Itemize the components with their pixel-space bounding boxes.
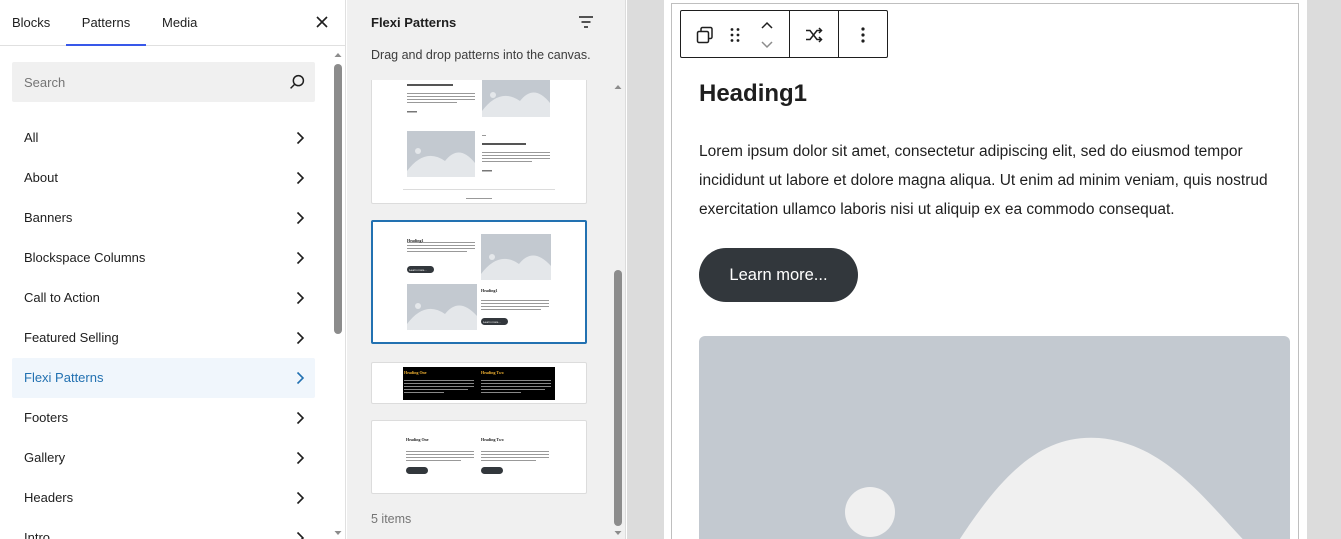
pattern-heading: Heading Two bbox=[481, 437, 504, 442]
chevron-right-icon bbox=[296, 251, 305, 265]
filter-button[interactable] bbox=[576, 12, 596, 32]
chevron-right-icon bbox=[296, 371, 305, 385]
pattern-card[interactable] bbox=[371, 80, 587, 204]
category-blockspace-columns[interactable]: Blockspace Columns bbox=[12, 238, 315, 278]
search-icon[interactable] bbox=[286, 71, 308, 93]
chevron-right-icon bbox=[296, 411, 305, 425]
pattern-preview bbox=[403, 367, 555, 400]
category-flexi-patterns[interactable]: Flexi Patterns bbox=[12, 358, 315, 398]
pattern-button-label: Learn more... bbox=[409, 268, 427, 272]
scroll-down-arrow-icon[interactable] bbox=[332, 528, 344, 538]
panel-title: Flexi Patterns bbox=[371, 15, 457, 30]
close-icon bbox=[316, 16, 328, 28]
more-options-button[interactable] bbox=[851, 23, 875, 47]
image-placeholder[interactable] bbox=[699, 336, 1290, 539]
move-up-button[interactable] bbox=[755, 17, 779, 33]
category-intro[interactable]: Intro bbox=[12, 518, 315, 539]
duplicate-icon bbox=[696, 26, 713, 44]
drag-handle[interactable] bbox=[723, 23, 747, 47]
category-headers[interactable]: Headers bbox=[12, 478, 315, 518]
chevron-right-icon bbox=[296, 291, 305, 305]
search-input[interactable] bbox=[12, 62, 272, 102]
category-label: Call to Action bbox=[24, 290, 100, 305]
category-label: About bbox=[24, 170, 58, 185]
block-toolbar bbox=[680, 10, 888, 58]
shuffle-icon bbox=[806, 27, 823, 43]
more-options-icon bbox=[861, 27, 865, 43]
drag-handle-icon bbox=[730, 28, 740, 42]
pattern-preview bbox=[403, 80, 555, 203]
chevron-right-icon bbox=[296, 171, 305, 185]
editor-canvas: Heading1 Lorem ipsum dolor sit amet, con… bbox=[627, 0, 1341, 539]
pattern-preview bbox=[403, 222, 555, 342]
toolbar-group-move bbox=[681, 11, 790, 57]
move-down-button[interactable] bbox=[755, 37, 779, 53]
category-about[interactable]: About bbox=[12, 158, 315, 198]
tab-media[interactable]: Media bbox=[162, 0, 206, 46]
items-count: 5 items bbox=[371, 512, 412, 526]
category-label: All bbox=[24, 130, 39, 145]
pattern-card[interactable]: Heading One Heading Two bbox=[371, 362, 587, 404]
search-field bbox=[12, 62, 315, 102]
learn-more-button[interactable]: Learn more... bbox=[699, 248, 858, 302]
scrollbar-thumb[interactable] bbox=[614, 270, 622, 526]
category-label: Flexi Patterns bbox=[24, 370, 104, 385]
category-scrollbar[interactable] bbox=[332, 48, 344, 539]
close-inserter-button[interactable] bbox=[310, 10, 334, 34]
content-heading[interactable]: Heading1 bbox=[699, 80, 807, 108]
scroll-down-arrow-icon[interactable] bbox=[612, 528, 624, 538]
chevron-right-icon bbox=[296, 211, 305, 225]
scroll-up-arrow-icon[interactable] bbox=[612, 82, 624, 92]
chevron-right-icon bbox=[296, 131, 305, 145]
chevron-right-icon bbox=[296, 331, 305, 345]
duplicate-button[interactable] bbox=[693, 23, 717, 47]
category-label: Banners bbox=[24, 210, 73, 225]
category-gallery[interactable]: Gallery bbox=[12, 438, 315, 478]
pattern-heading: Heading One bbox=[404, 370, 427, 375]
filter-icon bbox=[579, 16, 593, 28]
content-paragraph[interactable]: Lorem ipsum dolor sit amet, consectetur … bbox=[699, 137, 1289, 224]
canvas-page: Heading1 Lorem ipsum dolor sit amet, con… bbox=[664, 0, 1307, 539]
pattern-list: Heading1 Learn more... Heading1 Learn mo… bbox=[371, 80, 611, 500]
inserter-tabs: Blocks Patterns Media bbox=[0, 0, 345, 46]
move-down-icon bbox=[761, 41, 773, 49]
move-up-icon bbox=[761, 21, 773, 29]
chevron-right-icon bbox=[296, 491, 305, 505]
category-banners[interactable]: Banners bbox=[12, 198, 315, 238]
shuffle-button[interactable] bbox=[802, 23, 826, 47]
category-label: Footers bbox=[24, 410, 69, 425]
category-all[interactable]: All bbox=[12, 118, 315, 158]
scrollbar-thumb[interactable] bbox=[334, 64, 342, 334]
category-footers[interactable]: Footers bbox=[12, 398, 315, 438]
pattern-heading: Heading1 bbox=[481, 288, 498, 293]
pattern-category-panel: Flexi Patterns Drag and drop patterns in… bbox=[347, 0, 626, 539]
pattern-card[interactable]: Heading One Heading Two bbox=[371, 420, 587, 494]
category-label: Headers bbox=[24, 490, 74, 505]
category-call-to-action[interactable]: Call to Action bbox=[12, 278, 315, 318]
tab-blocks[interactable]: Blocks bbox=[12, 0, 56, 46]
toolbar-group-shuffle bbox=[790, 11, 839, 57]
category-label: Blockspace Columns bbox=[24, 250, 146, 265]
pattern-card-selected[interactable]: Heading1 Learn more... Heading1 Learn mo… bbox=[371, 220, 587, 344]
tab-patterns[interactable]: Patterns bbox=[66, 0, 146, 46]
pattern-preview bbox=[406, 451, 549, 474]
panel-description: Drag and drop patterns into the canvas. bbox=[371, 48, 591, 62]
pattern-button-label: Learn more... bbox=[483, 320, 501, 324]
category-label: Gallery bbox=[24, 450, 66, 465]
category-featured-selling[interactable]: Featured Selling bbox=[12, 318, 315, 358]
block-inserter-panel: Blocks Patterns Media All About Banners bbox=[0, 0, 346, 539]
pattern-heading: Heading Two bbox=[481, 370, 504, 375]
scroll-up-arrow-icon[interactable] bbox=[332, 50, 344, 60]
pattern-heading: Heading1 bbox=[407, 238, 424, 243]
chevron-right-icon bbox=[296, 451, 305, 465]
chevron-right-icon bbox=[296, 531, 305, 539]
image-placeholder-icon bbox=[845, 437, 1243, 539]
pattern-heading: Heading One bbox=[406, 437, 429, 442]
category-label: Intro bbox=[24, 530, 51, 539]
pattern-list-scrollbar[interactable] bbox=[612, 80, 624, 539]
category-label: Featured Selling bbox=[24, 330, 119, 345]
selected-block-group[interactable]: Heading1 Lorem ipsum dolor sit amet, con… bbox=[671, 3, 1299, 539]
